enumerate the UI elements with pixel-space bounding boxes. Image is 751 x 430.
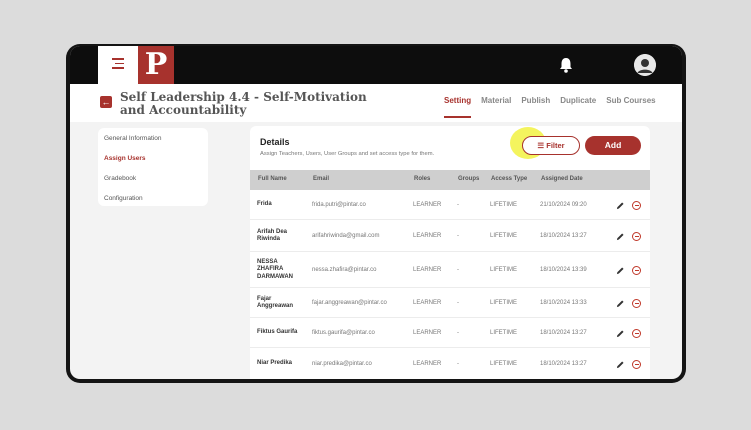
table-row: Fiktus Gaurifa fiktus.gaurifa@pintar.co LE… [250, 318, 650, 348]
user-groups: - [457, 266, 459, 273]
user-groups: - [457, 360, 459, 367]
tab-duplicate[interactable]: Duplicate [560, 96, 596, 105]
user-access-type: LIFETIME [490, 329, 518, 336]
edit-pencil-icon[interactable] [616, 329, 625, 338]
user-assigned-date: 18/10/2024 13:27 [540, 232, 587, 239]
table-header: Full Name Email Roles Groups Access Type… [250, 170, 650, 190]
user-full-name: Frida [257, 201, 272, 208]
table-row: Frida frida.putri@pintar.co LEARNER - LIFETI… [250, 190, 650, 220]
user-groups: - [457, 299, 459, 306]
user-access-type: LIFETIME [490, 201, 518, 208]
column-header-full-name[interactable]: Full Name [258, 176, 287, 182]
details-subtitle: Assign Teachers, Users, User Groups and … [260, 151, 435, 157]
column-header-email[interactable]: Email [313, 176, 329, 182]
remove-circle-icon[interactable] [632, 265, 641, 275]
edit-pencil-icon[interactable] [616, 232, 625, 241]
brand-logo[interactable]: P [138, 46, 174, 84]
remove-circle-icon[interactable] [632, 298, 641, 308]
edit-pencil-icon[interactable] [616, 299, 625, 308]
user-email: fajar.anggreawan@pintar.co [312, 299, 387, 306]
user-role: LEARNER [413, 299, 442, 306]
column-header-roles[interactable]: Roles [414, 176, 430, 182]
table-row: Fajar Anggreawan fajar.anggreawan@pintar.… [250, 288, 650, 318]
sidebar-item-general-information[interactable]: General Information [104, 134, 202, 154]
user-role: LEARNER [413, 201, 442, 208]
filter-button[interactable]: ☰ Filter [522, 136, 580, 155]
user-groups: - [457, 201, 459, 208]
user-role: LEARNER [413, 360, 442, 367]
app-screen: P ← Self Leadership 4.4 - Self-Motivatio… [70, 46, 682, 379]
edit-pencil-icon[interactable] [616, 360, 625, 369]
user-avatar-icon[interactable] [634, 54, 656, 76]
filter-icon: ☰ [537, 141, 545, 150]
user-assigned-date: 21/10/2024 09:20 [540, 201, 587, 208]
details-card: Details Assign Teachers, Users, User Gro… [250, 126, 650, 379]
bell-icon[interactable] [558, 56, 574, 74]
column-header-groups[interactable]: Groups [458, 176, 479, 182]
user-email: niar.predika@pintar.co [312, 360, 372, 367]
user-email: fiktus.gaurifa@pintar.co [312, 329, 375, 336]
user-email: arifahriwinda@gmail.com [312, 232, 380, 239]
logo-area: P [98, 46, 174, 84]
user-role: LEARNER [413, 329, 442, 336]
table-row: Arifah Dea Riwinda arifahriwinda@gmail.co… [250, 220, 650, 252]
edit-pencil-icon[interactable] [616, 266, 625, 275]
remove-circle-icon[interactable] [632, 359, 641, 369]
tab-publish[interactable]: Publish [521, 96, 550, 105]
course-tabs: Setting Material Publish Duplicate Sub C… [444, 96, 656, 118]
user-access-type: LIFETIME [490, 299, 518, 306]
remove-circle-icon[interactable] [632, 231, 641, 241]
tab-material[interactable]: Material [481, 96, 511, 105]
user-access-type: LIFETIME [490, 232, 518, 239]
user-role: LEARNER [413, 266, 442, 273]
filter-label: Filter [546, 141, 565, 150]
sidebar-item-gradebook[interactable]: Gradebook [104, 174, 202, 194]
sidebar-item-assign-users[interactable]: Assign Users [104, 154, 202, 174]
user-full-name: Fiktus Gaurifa [257, 329, 298, 336]
user-table-body: Frida frida.putri@pintar.co LEARNER - LIFETI… [250, 190, 650, 379]
page-title: Self Leadership 4.4 - Self-Motivation an… [120, 90, 367, 117]
user-full-name: Fajar Anggreawan [257, 295, 294, 310]
details-title: Details [260, 137, 290, 147]
sidebar-item-configuration[interactable]: Configuration [104, 194, 202, 214]
edit-pencil-icon[interactable] [616, 201, 625, 210]
remove-circle-icon[interactable] [632, 200, 641, 210]
tab-setting[interactable]: Setting [444, 96, 472, 118]
user-full-name: NESSA ZHAFIRA DARMAWAN [257, 258, 293, 280]
user-assigned-date: 18/10/2024 13:27 [540, 360, 587, 367]
user-access-type: LIFETIME [490, 266, 518, 273]
user-groups: - [457, 232, 459, 239]
user-access-type: LIFETIME [490, 360, 518, 367]
user-full-name: Niar Predika [257, 360, 293, 367]
user-full-name: Arifah Dea Riwinda [257, 228, 288, 243]
column-header-access-type[interactable]: Access Type [491, 176, 527, 182]
hamburger-menu-icon[interactable] [112, 58, 124, 70]
course-header: ← Self Leadership 4.4 - Self-Motivation … [70, 84, 682, 122]
tab-sub-courses[interactable]: Sub Courses [606, 96, 655, 105]
column-header-assigned-date[interactable]: Assigned Date [541, 176, 583, 182]
table-row: Niar Predika niar.predika@pintar.co LEARNE… [250, 348, 650, 379]
top-bar: P [70, 46, 682, 84]
settings-sidebar: General Information Assign Users Gradebo… [98, 128, 208, 206]
table-row: NESSA ZHAFIRA DARMAWAN nessa.zhafira@pint… [250, 252, 650, 288]
user-assigned-date: 18/10/2024 13:39 [540, 266, 587, 273]
user-assigned-date: 18/10/2024 13:27 [540, 329, 587, 336]
add-button[interactable]: Add [585, 136, 641, 155]
user-groups: - [457, 329, 459, 336]
user-email: nessa.zhafira@pintar.co [312, 266, 377, 273]
remove-circle-icon[interactable] [632, 328, 641, 338]
user-role: LEARNER [413, 232, 442, 239]
back-arrow-icon[interactable]: ← [100, 96, 112, 108]
user-assigned-date: 18/10/2024 13:33 [540, 299, 587, 306]
user-email: frida.putri@pintar.co [312, 201, 366, 208]
